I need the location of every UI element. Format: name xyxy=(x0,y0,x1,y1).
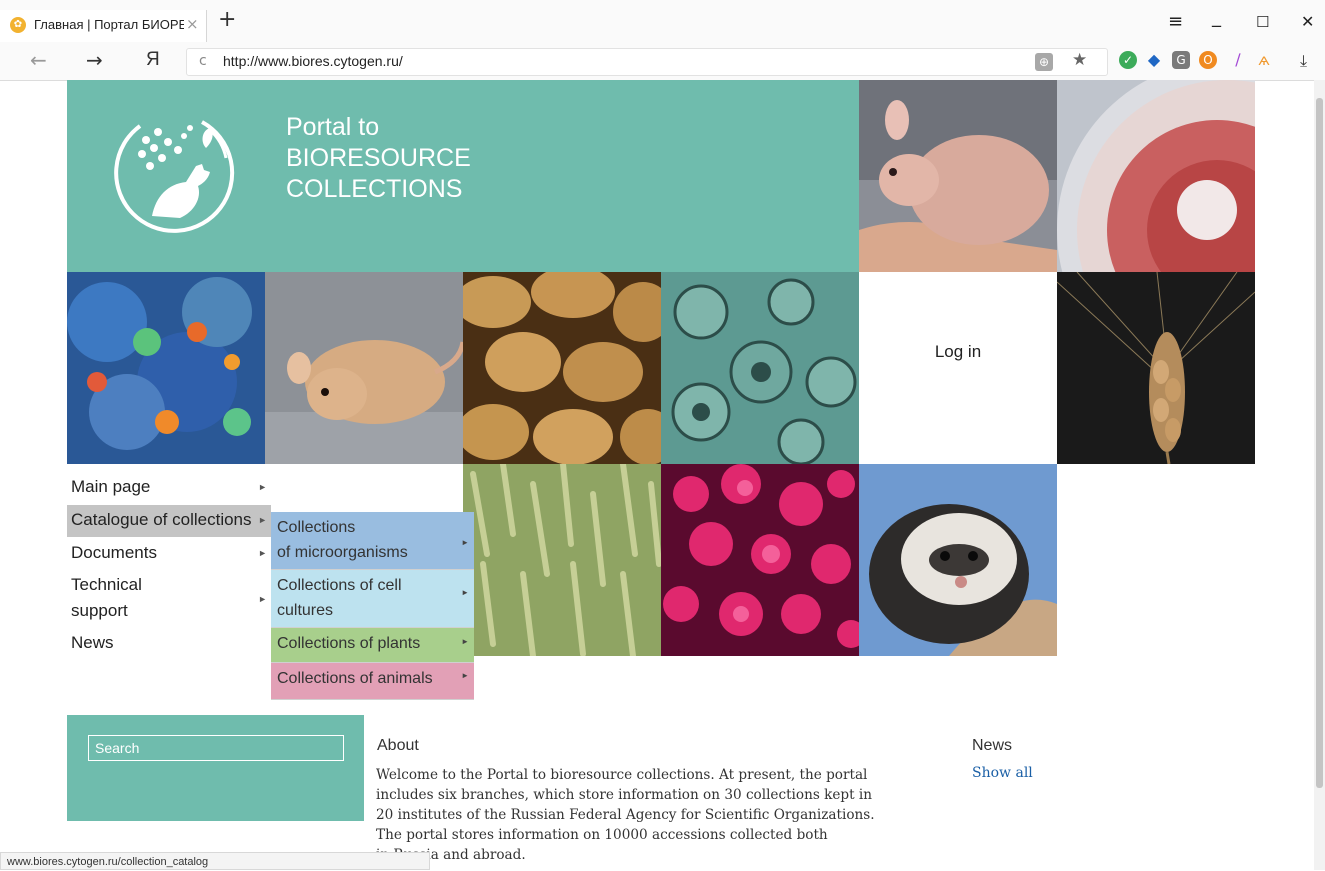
micrograph-image xyxy=(661,272,859,464)
about-line: The portal stores information on 10000 a… xyxy=(376,827,828,843)
submenu-item-label: Collections of cell cultures xyxy=(277,573,402,623)
protect-icon[interactable]: ⊕ xyxy=(1035,53,1053,71)
submenu-item-microorganisms[interactable]: Collections of microorganisms ► xyxy=(271,512,474,570)
address-bar[interactable]: c http://www.biores.cytogen.ru/ ⊕ ★ xyxy=(186,48,1108,76)
browser-menu-icon[interactable]: ≡ xyxy=(1168,12,1183,32)
menu-item-label: News xyxy=(71,633,114,652)
potatoes-image xyxy=(463,272,661,464)
wheat-ear-image xyxy=(1057,272,1255,464)
about-line: Welcome to the Portal to bioresource col… xyxy=(376,767,868,783)
about-text: Welcome to the Portal to bioresource col… xyxy=(376,765,926,865)
chevron-right-icon: ► xyxy=(258,515,267,525)
close-window-button[interactable]: ✕ xyxy=(1301,12,1314,32)
submenu-item-label-line: of microorganisms xyxy=(277,544,408,561)
submenu-item-label: Collections of microorganisms xyxy=(277,515,408,565)
chevron-right-icon: ► xyxy=(461,671,469,680)
pen-icon[interactable]: ∕ xyxy=(1229,51,1247,69)
petri-dish-image xyxy=(1057,80,1255,272)
address-url[interactable]: http://www.biores.cytogen.ru/ xyxy=(223,53,403,69)
submenu-item-cell-cultures[interactable]: Collections of cell cultures ► xyxy=(271,570,474,628)
mouse-image xyxy=(265,272,463,464)
tab-title: Главная | Портал БИОРЕ xyxy=(34,17,184,32)
yandex-button[interactable]: Я xyxy=(146,50,160,70)
hairless-mouse-image xyxy=(859,80,1057,272)
wheat-field-image xyxy=(463,464,661,656)
maximize-button[interactable]: ☐ xyxy=(1256,12,1269,32)
graduation-cap-icon[interactable]: ◆ xyxy=(1145,51,1163,69)
menu-item-label: Technical support xyxy=(71,572,142,624)
chevron-right-icon: ► xyxy=(461,538,469,547)
submenu-item-plants[interactable]: Collections of plants ► xyxy=(271,628,474,663)
submenu-item-label-line: Collections of cell xyxy=(277,577,402,594)
browser-toolbar: ← → Я c http://www.biores.cytogen.ru/ ⊕ … xyxy=(0,42,1325,81)
menu-item-catalogue[interactable]: Catalogue of collections ► xyxy=(67,505,271,537)
browser-tab-bar: ✿ Главная | Портал БИОРЕ × + ≡ _ ☐ ✕ xyxy=(0,0,1325,42)
about-line: 20 institutes of the Russian Federal Age… xyxy=(376,807,875,823)
chevron-right-icon: ► xyxy=(258,548,267,558)
submenu-item-animals[interactable]: Collections of animals ► xyxy=(271,663,474,700)
menu-item-main-page[interactable]: Main page ► xyxy=(67,474,271,504)
about-heading: About xyxy=(377,737,419,754)
site-title-line: COLLECTIONS xyxy=(286,175,463,203)
scrollbar-thumb[interactable] xyxy=(1316,98,1323,788)
page-scrollbar[interactable] xyxy=(1314,80,1325,870)
menu-item-label: Documents xyxy=(71,543,157,562)
chevron-right-icon: ► xyxy=(258,482,267,492)
menu-item-label-line: Technical xyxy=(71,575,142,594)
menu-item-documents[interactable]: Documents ► xyxy=(67,539,271,567)
submenu-item-label: Collections of plants xyxy=(277,635,421,652)
menu-item-label: Main page xyxy=(71,477,151,496)
news-show-all-link[interactable]: Show all xyxy=(972,765,1033,781)
submenu-item-label: Collections of animals xyxy=(277,670,433,687)
submenu-item-label-line: Collections xyxy=(277,519,356,536)
menu-item-news[interactable]: News xyxy=(67,630,271,658)
opera-icon[interactable]: O xyxy=(1199,51,1217,69)
chevron-right-icon: ► xyxy=(461,588,469,597)
forward-button[interactable]: → xyxy=(86,50,103,70)
adblock-shield-icon[interactable]: ✓ xyxy=(1119,51,1137,69)
site-title-line: BIORESOURCE xyxy=(286,144,471,172)
download-icon[interactable]: ⤓ xyxy=(1300,51,1307,71)
bookmark-star-icon[interactable]: ★ xyxy=(1072,50,1087,70)
menu-item-label: Catalogue of collections xyxy=(71,510,252,529)
reload-icon[interactable]: c xyxy=(199,53,207,69)
site-title-line: Portal to xyxy=(286,113,380,141)
site-favicon-icon: ✿ xyxy=(10,17,26,33)
minimize-button[interactable]: _ xyxy=(1212,8,1221,28)
back-button[interactable]: ← xyxy=(30,50,47,70)
chevron-right-icon: ► xyxy=(258,594,267,604)
chevron-right-icon: ► xyxy=(461,637,469,646)
polecat-image xyxy=(859,464,1057,656)
ghostery-icon[interactable]: G xyxy=(1172,51,1190,69)
site-logo-icon[interactable] xyxy=(106,100,242,236)
news-heading: News xyxy=(972,737,1013,754)
new-tab-button[interactable]: + xyxy=(218,9,236,31)
browser-tab[interactable]: ✿ Главная | Портал БИОРЕ × xyxy=(0,10,207,42)
about-line: in Russia and abroad. xyxy=(376,847,526,863)
tab-close-icon[interactable]: × xyxy=(186,15,199,33)
rss-icon[interactable]: ѧ xyxy=(1255,51,1273,69)
login-link[interactable]: Log in xyxy=(859,342,1057,362)
status-bar-url: www.biores.cytogen.ru/collection_catalog xyxy=(0,852,430,870)
submenu-item-label-line: cultures xyxy=(277,602,334,619)
menu-item-label-line: support xyxy=(71,601,128,620)
menu-item-technical-support[interactable]: Technical support ► xyxy=(67,572,271,624)
login-tile[interactable]: Log in xyxy=(859,272,1057,464)
fluorescent-cells-image xyxy=(67,272,265,464)
pink-cells-image xyxy=(661,464,859,656)
search-panel xyxy=(67,715,364,821)
search-input[interactable] xyxy=(88,735,344,761)
about-line: includes six branches, which store infor… xyxy=(376,787,873,803)
site-title: Portal to BIORESOURCE COLLECTIONS xyxy=(286,112,471,205)
